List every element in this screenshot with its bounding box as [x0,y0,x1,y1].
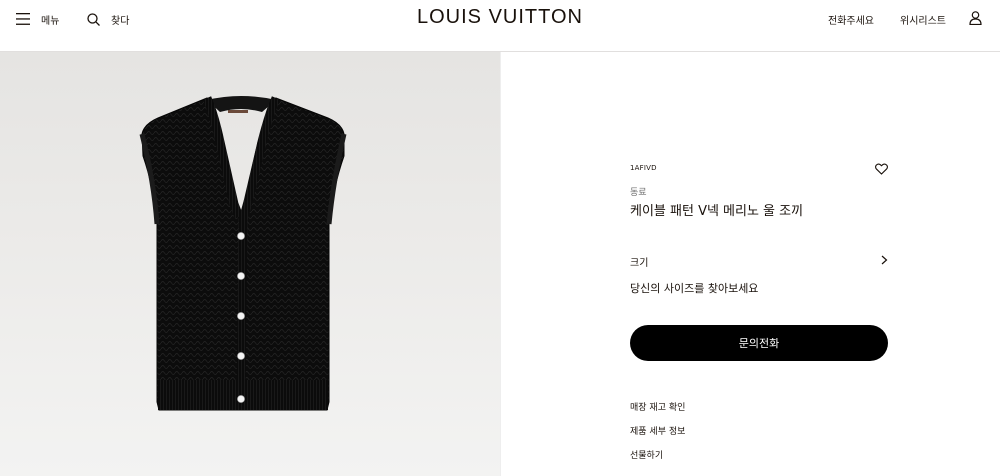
wishlist-link[interactable]: 위시리스트 [900,12,946,27]
product-name: 케이블 패턴 V넥 메리노 울 조끼 [630,204,804,219]
site-header: 메뉴 찾다 LOUIS VUITTON 전화주세요 위시리스트 [0,0,1000,52]
product-details-link[interactable]: 제품 세부 정보 [630,424,685,437]
account-icon[interactable] [969,11,982,25]
size-finder-link[interactable]: 당신의 사이즈를 찾아보세요 [630,280,758,296]
contact-call-button[interactable]: 문의전화 [630,325,888,361]
product-info-panel: 1AFIVD 동료 케이블 패턴 V넥 메리노 울 조끼 크기 당신의 사이즈를… [500,52,1000,476]
store-stock-link[interactable]: 매장 재고 확인 [630,400,685,413]
product-sku: 1AFIVD [630,164,657,172]
chevron-right-icon[interactable] [881,255,888,265]
heart-icon[interactable] [875,163,888,175]
size-selector[interactable]: 크기 [630,254,648,269]
call-us-link[interactable]: 전화주세요 [828,12,874,27]
product-image-panel[interactable] [0,52,500,476]
product-tag: 동료 [630,188,647,198]
product-image [139,96,347,411]
gift-link[interactable]: 선물하기 [630,448,663,461]
